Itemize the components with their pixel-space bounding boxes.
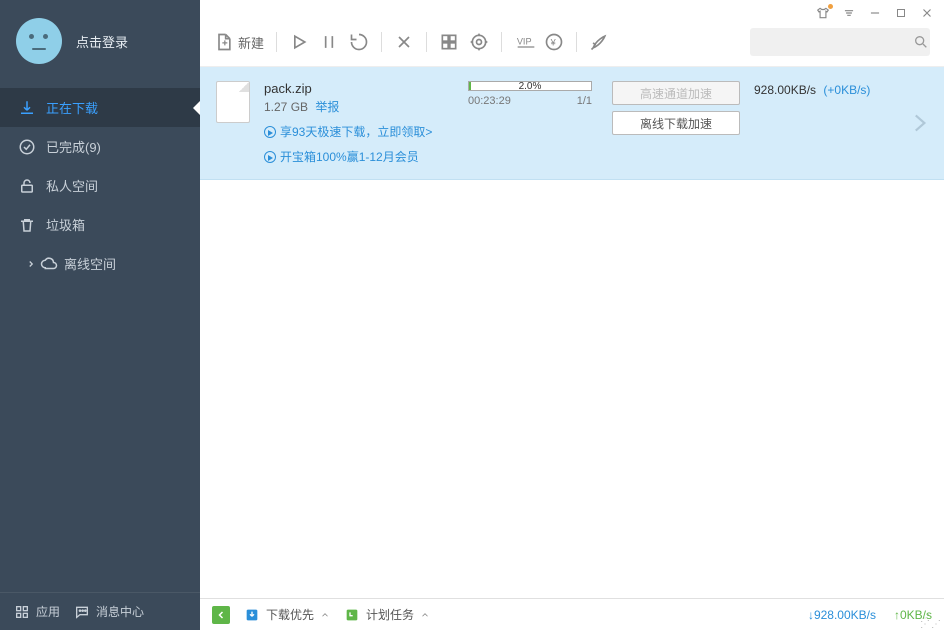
qrcode-icon[interactable] (439, 32, 459, 52)
sidebar-item-label: 离线空间 (64, 254, 116, 273)
file-name: pack.zip (264, 81, 454, 96)
cloud-icon (40, 255, 58, 273)
main: 新建 VIP (200, 0, 944, 630)
search-input[interactable] (758, 35, 913, 49)
play-circle-icon (264, 151, 276, 163)
play-icon[interactable] (289, 32, 309, 52)
message-icon (74, 604, 90, 620)
priority-button[interactable]: 下载优先 (244, 606, 330, 623)
messages-label: 消息中心 (96, 603, 144, 620)
download-list: pack.zip 1.27 GB 举报 享93天极速下载，立即领取> 开宝箱10… (200, 67, 944, 598)
file-info: pack.zip 1.27 GB 举报 享93天极速下载，立即领取> 开宝箱10… (264, 81, 454, 165)
priority-icon (244, 607, 260, 623)
parts-count: 1/1 (577, 95, 592, 107)
messages-button[interactable]: 消息中心 (74, 603, 144, 620)
nav: 正在下载 已完成(9) 私人空间 垃圾箱 (0, 88, 200, 592)
login-link[interactable]: 点击登录 (76, 32, 128, 51)
lock-icon (18, 177, 36, 195)
menu-icon[interactable] (842, 6, 856, 20)
skin-icon[interactable] (816, 6, 830, 20)
svg-text:¥: ¥ (550, 37, 557, 47)
sidebar-item-trash[interactable]: 垃圾箱 (0, 205, 200, 244)
toolbar: 新建 VIP (200, 22, 944, 67)
svg-text:VIP: VIP (517, 37, 532, 47)
separator (501, 32, 502, 52)
highspeed-button: 高速通道加速 (612, 81, 740, 105)
offline-accel-button[interactable]: 离线下载加速 (612, 111, 740, 135)
trash-icon (18, 216, 36, 234)
speed-value: 928.00KB/s (754, 83, 816, 97)
separator (426, 32, 427, 52)
progress-percent: 2.0% (469, 81, 591, 92)
file-size: 1.27 GB (264, 100, 308, 114)
sidebar-item-label: 已完成(9) (46, 137, 101, 156)
search-box[interactable] (750, 28, 930, 56)
apps-button[interactable]: 应用 (14, 603, 60, 620)
minimize-icon[interactable] (868, 6, 882, 20)
separator (276, 32, 277, 52)
pause-icon[interactable] (319, 32, 339, 52)
close-icon[interactable] (920, 6, 934, 20)
download-speed: ↓928.00KB/s (808, 608, 876, 622)
delete-icon[interactable] (394, 32, 414, 52)
play-circle-icon (264, 126, 276, 138)
resize-grip[interactable]: ⋰⋰⋰ (920, 616, 942, 628)
separator (576, 32, 577, 52)
sidebar-item-private[interactable]: 私人空间 (0, 166, 200, 205)
sidebar-item-offline[interactable]: 离线空间 (0, 244, 200, 283)
speed-indicators: ↓928.00KB/s ↑0KB/s (808, 608, 932, 622)
statusbar: 下载优先 计划任务 ↓928.00KB/s ↑0KB/s ⋰⋰⋰ (200, 598, 944, 630)
avatar[interactable] (16, 18, 62, 64)
titlebar (200, 0, 944, 22)
promo-text: 享93天极速下载，立即领取> (280, 123, 432, 140)
sidebar-item-label: 私人空间 (46, 176, 98, 195)
file-icon (216, 81, 250, 123)
vip-icon[interactable]: VIP (514, 32, 534, 52)
sidebar-item-downloading[interactable]: 正在下载 (0, 88, 200, 127)
search-icon[interactable] (913, 34, 929, 50)
report-link[interactable]: 举报 (315, 100, 339, 114)
time-remaining: 00:23:29 (468, 95, 511, 107)
rocket-icon[interactable] (589, 32, 609, 52)
apps-label: 应用 (36, 603, 60, 620)
sidebar-item-label: 正在下载 (46, 98, 98, 117)
schedule-button[interactable]: 计划任务 (344, 606, 430, 623)
download-icon (18, 99, 36, 117)
speed-plus: (+0KB/s) (823, 83, 870, 97)
priority-label: 下载优先 (266, 606, 314, 623)
sidebar-item-label: 垃圾箱 (46, 215, 85, 234)
chevron-up-icon (320, 610, 330, 620)
file-meta: 1.27 GB 举报 (264, 98, 454, 115)
apps-icon (14, 604, 30, 620)
sidebar: 点击登录 正在下载 已完成(9) 私人空间 (0, 0, 200, 630)
promo-link-2[interactable]: 开宝箱100%赢1-12月会员 (264, 148, 454, 165)
target-icon[interactable] (469, 32, 489, 52)
chevron-right-icon (26, 259, 36, 269)
new-button[interactable]: 新建 (214, 32, 264, 52)
user-area: 点击登录 (0, 0, 200, 88)
actions-column: 高速通道加速 离线下载加速 (612, 81, 740, 165)
separator (381, 32, 382, 52)
schedule-icon (344, 607, 360, 623)
promo-text: 开宝箱100%赢1-12月会员 (280, 148, 419, 165)
speed-column: 928.00KB/s (+0KB/s) (754, 81, 904, 165)
promo-link-1[interactable]: 享93天极速下载，立即领取> (264, 123, 454, 140)
schedule-label: 计划任务 (366, 606, 414, 623)
progress-bar: 2.0% (468, 81, 592, 91)
new-icon (214, 32, 234, 52)
chevron-up-icon (420, 610, 430, 620)
download-item[interactable]: pack.zip 1.27 GB 举报 享93天极速下载，立即领取> 开宝箱10… (200, 67, 944, 180)
sidebar-footer: 应用 消息中心 (0, 592, 200, 630)
coin-icon[interactable]: ¥ (544, 32, 564, 52)
chevron-right-icon[interactable] (906, 110, 932, 136)
restart-icon[interactable] (349, 32, 369, 52)
new-label: 新建 (238, 33, 264, 52)
check-circle-icon (18, 138, 36, 156)
sidebar-item-completed[interactable]: 已完成(9) (0, 127, 200, 166)
collapse-button[interactable] (212, 606, 230, 624)
progress-column: 2.0% 00:23:29 1/1 (468, 81, 598, 165)
maximize-icon[interactable] (894, 6, 908, 20)
